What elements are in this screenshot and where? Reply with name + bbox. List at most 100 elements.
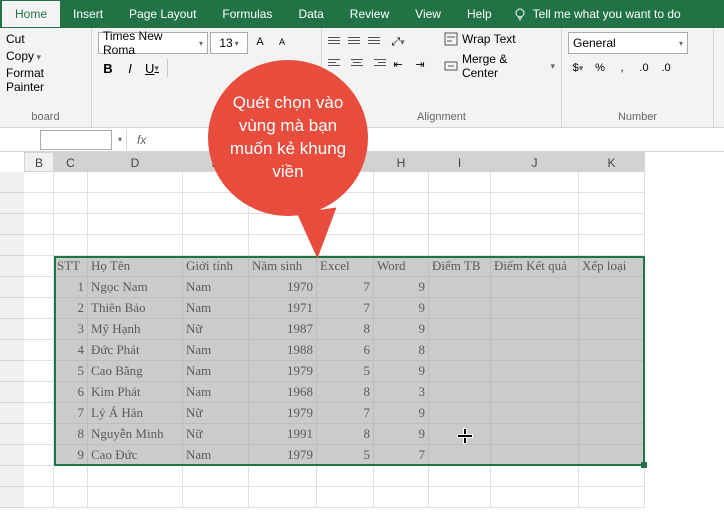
row-header[interactable] <box>0 424 24 445</box>
cell[interactable] <box>24 487 54 508</box>
cell[interactable] <box>54 172 88 193</box>
percent-icon[interactable]: % <box>590 58 610 78</box>
row-header[interactable] <box>0 340 24 361</box>
cell[interactable] <box>429 172 491 193</box>
cell[interactable] <box>24 466 54 487</box>
col-header-C[interactable]: C <box>54 152 88 172</box>
increase-indent-icon[interactable]: ⇥ <box>410 54 430 74</box>
format-painter-button[interactable]: Format Painter <box>6 66 85 94</box>
cell[interactable] <box>24 403 54 424</box>
font-size-select[interactable]: 13▾ <box>210 32 248 54</box>
italic-button[interactable]: I <box>120 58 140 78</box>
cell[interactable] <box>24 256 54 277</box>
cell[interactable] <box>374 172 429 193</box>
cell[interactable] <box>24 193 54 214</box>
cell[interactable] <box>88 487 183 508</box>
tab-formulas[interactable]: Formulas <box>209 1 285 27</box>
orientation-icon[interactable]: ⤢ <box>388 32 408 52</box>
cell[interactable] <box>88 193 183 214</box>
cell[interactable] <box>54 235 88 256</box>
cell[interactable] <box>54 487 88 508</box>
tab-review[interactable]: Review <box>337 1 402 27</box>
cell[interactable] <box>579 235 645 256</box>
tab-data[interactable]: Data <box>285 1 336 27</box>
cell[interactable] <box>88 235 183 256</box>
tab-view[interactable]: View <box>402 1 454 27</box>
cell[interactable] <box>54 214 88 235</box>
row-header[interactable] <box>0 319 24 340</box>
cell[interactable] <box>579 172 645 193</box>
cell[interactable] <box>491 193 579 214</box>
row-header[interactable] <box>0 487 24 508</box>
cell[interactable] <box>54 193 88 214</box>
decrease-decimal-icon[interactable]: .0 <box>656 58 676 78</box>
row-header[interactable] <box>0 445 24 466</box>
align-bottom-icon[interactable] <box>368 32 386 48</box>
cell[interactable] <box>317 466 374 487</box>
row-header[interactable] <box>0 403 24 424</box>
cell[interactable] <box>374 193 429 214</box>
tab-help[interactable]: Help <box>454 1 505 27</box>
cell[interactable] <box>579 466 645 487</box>
cell[interactable] <box>429 466 491 487</box>
cell[interactable] <box>24 361 54 382</box>
align-top-icon[interactable] <box>328 32 346 48</box>
merge-center-button[interactable]: Merge & Center <box>444 52 555 80</box>
cell[interactable] <box>579 214 645 235</box>
cell[interactable] <box>88 214 183 235</box>
cell[interactable] <box>24 340 54 361</box>
underline-button[interactable]: U <box>142 58 162 78</box>
cell[interactable] <box>374 235 429 256</box>
cell[interactable] <box>183 487 249 508</box>
cell[interactable] <box>24 214 54 235</box>
font-name-select[interactable]: Times New Roma▾ <box>98 32 208 54</box>
tell-me-search[interactable]: Tell me what you want to do <box>513 7 681 21</box>
cell[interactable] <box>54 466 88 487</box>
cell[interactable] <box>24 235 54 256</box>
cell[interactable] <box>249 487 317 508</box>
cell[interactable] <box>491 172 579 193</box>
col-header-H[interactable]: H <box>374 152 429 172</box>
cell[interactable] <box>249 466 317 487</box>
row-header[interactable] <box>0 298 24 319</box>
cell[interactable] <box>491 214 579 235</box>
cell[interactable] <box>183 235 249 256</box>
cell[interactable] <box>24 445 54 466</box>
col-header-D[interactable]: D <box>88 152 183 172</box>
copy-button[interactable]: Copy <box>6 49 85 63</box>
increase-font-icon[interactable]: A <box>250 32 270 52</box>
row-header[interactable] <box>0 172 24 193</box>
tab-home[interactable]: Home <box>2 1 60 27</box>
fill-handle[interactable] <box>641 462 647 468</box>
cell[interactable] <box>183 466 249 487</box>
number-format-select[interactable]: General▾ <box>568 32 688 54</box>
align-middle-icon[interactable] <box>348 32 366 48</box>
cell[interactable] <box>429 193 491 214</box>
cell[interactable] <box>88 172 183 193</box>
cell[interactable] <box>579 193 645 214</box>
cell[interactable] <box>24 277 54 298</box>
cell[interactable] <box>374 487 429 508</box>
row-header[interactable] <box>0 361 24 382</box>
cell[interactable] <box>429 235 491 256</box>
cell[interactable] <box>24 298 54 319</box>
cell[interactable] <box>429 487 491 508</box>
col-header-K[interactable]: K <box>579 152 645 172</box>
row-header[interactable] <box>0 214 24 235</box>
tab-page-layout[interactable]: Page Layout <box>116 1 209 27</box>
cell[interactable] <box>24 319 54 340</box>
tab-insert[interactable]: Insert <box>60 1 116 27</box>
currency-icon[interactable]: $ <box>568 58 588 78</box>
col-header-I[interactable]: I <box>429 152 491 172</box>
col-header-J[interactable]: J <box>491 152 579 172</box>
bold-button[interactable]: B <box>98 58 118 78</box>
cell[interactable] <box>374 466 429 487</box>
cell[interactable] <box>491 235 579 256</box>
cell[interactable] <box>24 382 54 403</box>
row-header[interactable] <box>0 466 24 487</box>
fx-icon[interactable]: fx <box>137 133 146 147</box>
row-header[interactable] <box>0 193 24 214</box>
cell[interactable] <box>317 487 374 508</box>
cell[interactable] <box>24 172 54 193</box>
cut-button[interactable]: Cut <box>6 32 85 46</box>
